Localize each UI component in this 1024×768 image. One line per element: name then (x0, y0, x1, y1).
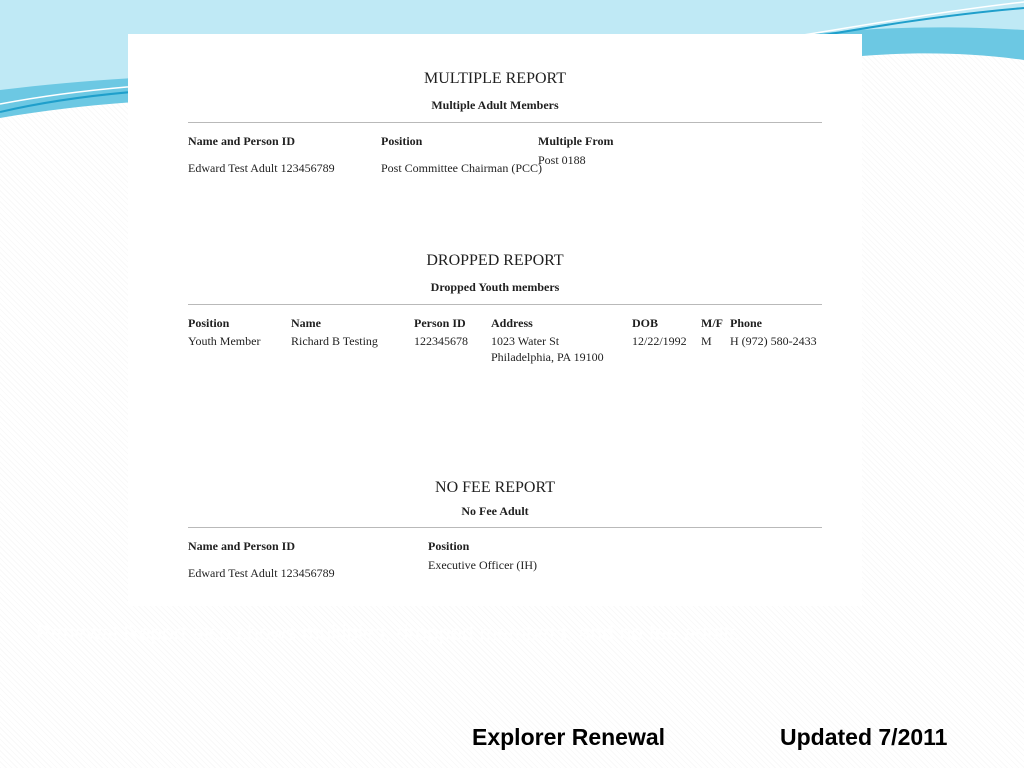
dropped-header-position: Position (188, 316, 230, 330)
dropped-header-mf: M/F (701, 316, 723, 330)
multiple-report-subtitle: Multiple Adult Members (431, 98, 559, 112)
multiple-row-name-id: Edward Test Adult 123456789 (188, 161, 335, 175)
no-fee-report-title: NO FEE REPORT (435, 479, 555, 496)
no-fee-header-position: Position (428, 539, 470, 553)
dropped-row-position: Youth Member (188, 334, 261, 348)
multiple-header-multiple-from: Multiple From (538, 134, 614, 148)
footer-updated-date: Updated 7/2011 (780, 724, 948, 750)
no-fee-header-name-id: Name and Person ID (188, 539, 295, 553)
multiple-report-divider (188, 122, 822, 123)
dropped-header-phone: Phone (730, 316, 763, 330)
dropped-header-dob: DOB (632, 316, 659, 330)
multiple-row-multiple-from: Post 0188 (538, 153, 586, 167)
footer-title: Explorer Renewal (472, 724, 666, 750)
dropped-row-address-line2: Philadelphia, PA 19100 (491, 350, 604, 364)
dropped-header-name: Name (291, 316, 321, 330)
no-fee-row-name-id: Edward Test Adult 123456789 (188, 566, 335, 580)
dropped-report-subtitle: Dropped Youth members (430, 280, 560, 294)
no-fee-report-subtitle: No Fee Adult (461, 504, 529, 518)
dropped-row-person-id: 122345678 (414, 334, 468, 348)
report-document: MULTIPLE REPORT Multiple Adult Members N… (128, 34, 862, 606)
dropped-report-title: DROPPED REPORT (426, 252, 564, 269)
multiple-row-position: Post Committee Chairman (PCC) (381, 161, 542, 175)
dropped-header-address: Address (491, 316, 533, 330)
multiple-header-name-id: Name and Person ID (188, 134, 295, 148)
multiple-header-position: Position (381, 134, 423, 148)
no-fee-row-position: Executive Officer (IH) (428, 558, 538, 572)
dropped-row-phone: H (972) 580-2433 (730, 334, 817, 348)
dropped-row-address-line1: 1023 Water St (491, 334, 560, 348)
dropped-row-dob: 12/22/1992 (632, 334, 687, 348)
no-fee-report-divider (188, 527, 822, 528)
dropped-row-name: Richard B Testing (291, 334, 378, 348)
dropped-report-divider (188, 304, 822, 305)
dropped-header-person-id: Person ID (414, 316, 466, 330)
dropped-row-mf: M (701, 334, 712, 348)
multiple-report-title: MULTIPLE REPORT (423, 70, 566, 87)
slide-caption: Renewal Report also shows multiples, dro… (36, 622, 740, 645)
